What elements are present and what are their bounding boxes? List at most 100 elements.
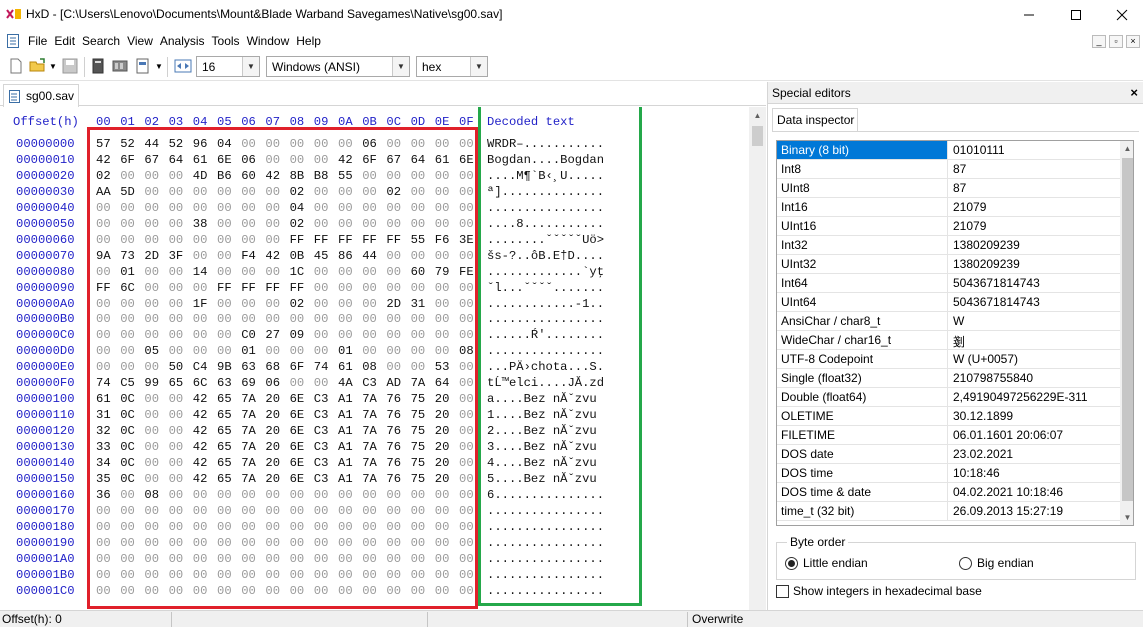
open-folder-icon[interactable] <box>29 57 47 75</box>
inspector-type-name: UInt32 <box>777 255 948 273</box>
inspector-row[interactable]: UInt32 1380209239 <box>777 255 1122 274</box>
menu-edit[interactable]: Edit <box>54 34 80 48</box>
inspector-row[interactable]: Int8 87 <box>777 160 1122 179</box>
big-endian-radio[interactable]: Big endian <box>959 556 1034 570</box>
hex-bytes-highlight-box <box>87 127 478 609</box>
inspector-value[interactable]: 04.02.2021 10:18:46 <box>949 483 1122 501</box>
inspector-value[interactable]: 06.01.1601 20:06:07 <box>949 426 1122 444</box>
menu-window[interactable]: Window <box>247 34 295 48</box>
inspector-value[interactable]: 剗 <box>949 331 1122 349</box>
menu-tools[interactable]: Tools <box>212 34 245 48</box>
scroll-thumb[interactable] <box>1122 158 1133 501</box>
offset-base-select[interactable]: hex ▼ <box>416 56 488 77</box>
inspector-value[interactable]: W <box>949 312 1122 330</box>
inspector-value[interactable]: 23.02.2021 <box>949 445 1122 463</box>
tab-data-inspector[interactable]: Data inspector <box>772 108 858 132</box>
inspector-row[interactable]: WideChar / char16_t 剗 <box>777 331 1122 350</box>
document-tab-bar: sg00.sav <box>0 82 766 107</box>
mdi-restore-button[interactable]: ▫ <box>1109 35 1123 48</box>
inspector-value[interactable]: 26.09.2013 15:27:19 <box>949 502 1122 520</box>
inspector-row[interactable]: UInt8 87 <box>777 179 1122 198</box>
inspector-row[interactable]: UInt64 5043671814743 <box>777 293 1122 312</box>
inspector-row[interactable]: Double (float64) 2,49190497256229E-311 <box>777 388 1122 407</box>
close-button[interactable] <box>1099 0 1143 30</box>
charset-select[interactable]: Windows (ANSI) ▼ <box>266 56 410 77</box>
mdi-minimize-button[interactable]: _ <box>1092 35 1106 48</box>
hex-editor-view[interactable]: Offset(h) 00 01 02 03 04 05 06 07 08 09 0A 0B 0C 0D 0E… <box>0 107 748 610</box>
save-icon[interactable] <box>61 57 79 75</box>
chevron-down-icon: ▼ <box>242 57 259 76</box>
scroll-down-arrow-icon[interactable]: ▼ <box>1120 510 1133 525</box>
inspector-value[interactable]: 1380209239 <box>949 236 1122 254</box>
inspector-value[interactable]: 10:18:46 <box>949 464 1122 482</box>
view-options-dropdown-icon[interactable]: ▼ <box>155 62 163 71</box>
minimize-button[interactable] <box>1006 0 1052 30</box>
new-file-icon[interactable] <box>7 57 25 75</box>
inspector-value[interactable]: 210798755840 <box>949 369 1122 387</box>
inspector-row[interactable]: Int16 21079 <box>777 198 1122 217</box>
inspector-type-name: UInt64 <box>777 293 948 311</box>
row-offset: 000000E0 <box>16 360 75 375</box>
open-disk-icon[interactable] <box>89 57 107 75</box>
mdi-close-button[interactable]: × <box>1126 35 1140 48</box>
document-menu-icon[interactable] <box>7 34 19 48</box>
inspector-row[interactable]: Single (float32) 210798755840 <box>777 369 1122 388</box>
scroll-thumb[interactable] <box>752 126 763 146</box>
menu-help[interactable]: Help <box>296 34 326 48</box>
row-offset: 00000190 <box>16 535 75 550</box>
view-options-icon[interactable] <box>135 57 153 75</box>
toolbar: ▼ ▼ 16 ▼ Windows (ANSI) ▼ hex ▼ <box>0 53 1143 81</box>
inspector-row[interactable]: DOS time 10:18:46 <box>777 464 1122 483</box>
inspector-value[interactable]: 21079 <box>949 198 1122 216</box>
hex-integers-checkbox-row[interactable]: Show integers in hexadecimal base <box>776 584 982 598</box>
inspector-row[interactable]: Int64 5043671814743 <box>777 274 1122 293</box>
inspector-row[interactable]: DOS date 23.02.2021 <box>777 445 1122 464</box>
inspector-row[interactable]: UInt16 21079 <box>777 217 1122 236</box>
inspector-row[interactable]: DOS time & date 04.02.2021 10:18:46 <box>777 483 1122 502</box>
close-icon[interactable]: × <box>1130 85 1138 100</box>
inspector-row[interactable]: Int32 1380209239 <box>777 236 1122 255</box>
inspector-value[interactable]: W (U+0057) <box>949 350 1122 368</box>
inspector-value[interactable]: 2,49190497256229E-311 <box>949 388 1122 406</box>
inspector-type-name: Int32 <box>777 236 948 254</box>
row-offset: 000000B0 <box>16 312 75 327</box>
inspector-row[interactable]: FILETIME 06.01.1601 20:06:07 <box>777 426 1122 445</box>
hex-vertical-scrollbar[interactable]: ▲ <box>749 107 766 610</box>
offset-base-value: hex <box>422 60 442 74</box>
data-inspector-grid[interactable]: Binary (8 bit) 01010111 Int8 87 UInt8 87 Int16… <box>776 140 1134 526</box>
bytes-per-row-select[interactable]: 16 ▼ <box>196 56 260 77</box>
inspector-row[interactable]: UTF-8 Codepoint W (U+0057) <box>777 350 1122 369</box>
little-endian-radio[interactable]: Little endian <box>785 556 868 570</box>
inspector-value[interactable]: 5043671814743 <box>949 274 1122 292</box>
inspector-value[interactable]: 1380209239 <box>949 255 1122 273</box>
inspector-value[interactable]: 87 <box>949 160 1122 178</box>
hex-integers-checkbox[interactable] <box>776 584 789 598</box>
scroll-up-arrow-icon[interactable]: ▲ <box>749 107 766 124</box>
inspector-row[interactable]: OLETIME 30.12.1899 <box>777 407 1122 426</box>
inspector-value[interactable]: 21079 <box>949 217 1122 235</box>
inspector-row[interactable]: AnsiChar / char8_t W <box>777 312 1122 331</box>
window-title: HxD - [C:\Users\Lenovo\Documents\Mount&B… <box>26 7 503 21</box>
row-offset: 000000A0 <box>16 296 75 311</box>
scroll-up-arrow-icon[interactable]: ▲ <box>1120 141 1133 156</box>
inspector-row[interactable]: time_t (32 bit) 26.09.2013 15:27:19 <box>777 502 1122 521</box>
row-offset: 00000090 <box>16 280 75 295</box>
menu-view[interactable]: View <box>127 34 158 48</box>
menu-search[interactable]: Search <box>82 34 125 48</box>
open-ram-icon[interactable] <box>111 57 129 75</box>
inspector-row[interactable]: Binary (8 bit) 01010111 <box>777 141 1122 160</box>
inspector-value[interactable]: 87 <box>949 179 1122 197</box>
inspector-vertical-scrollbar[interactable]: ▲ ▼ <box>1120 141 1133 525</box>
hex-integers-label: Show integers in hexadecimal base <box>793 584 982 598</box>
tab-sg00[interactable]: sg00.sav <box>3 84 79 107</box>
row-offset: 00000030 <box>16 184 75 199</box>
tab-divider <box>772 131 1139 132</box>
menu-analysis[interactable]: Analysis <box>160 34 210 48</box>
row-offset: 00000180 <box>16 519 75 534</box>
menu-file[interactable]: File <box>28 34 52 48</box>
open-dropdown-arrow-icon[interactable]: ▼ <box>49 62 57 71</box>
inspector-value[interactable]: 5043671814743 <box>949 293 1122 311</box>
inspector-value[interactable]: 01010111 <box>949 141 1122 159</box>
inspector-value[interactable]: 30.12.1899 <box>949 407 1122 425</box>
maximize-button[interactable] <box>1053 0 1099 30</box>
